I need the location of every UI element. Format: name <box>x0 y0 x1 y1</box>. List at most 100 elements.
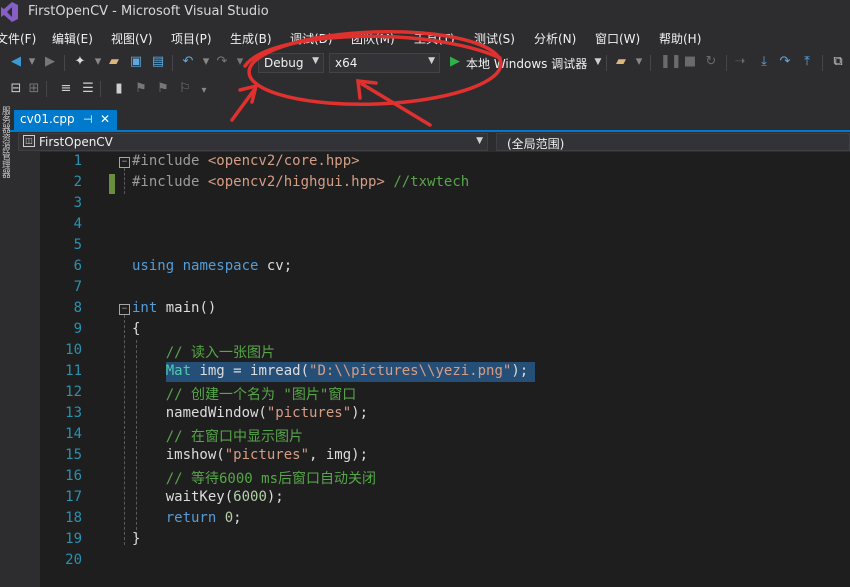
toolbar-separator <box>606 55 607 71</box>
menu-tools[interactable]: 工具(T) <box>414 30 455 47</box>
solution-platform-select[interactable]: x64 ▼ <box>329 53 440 73</box>
line-number: 13 <box>65 405 82 421</box>
next-bookmark-icon[interactable]: ⚑ <box>155 81 171 97</box>
chevron-down-icon: ▼ <box>476 136 483 146</box>
line-number: 18 <box>65 510 82 526</box>
project-select-value: FirstOpenCV <box>39 135 113 149</box>
code-line: imshow("pictures", img); <box>132 447 369 463</box>
dropdown-icon[interactable]: ▼ <box>590 54 606 70</box>
menu-help[interactable]: 帮助(H) <box>659 30 701 47</box>
dropdown-icon[interactable]: ▾ <box>90 54 106 70</box>
menu-team[interactable]: 团队(M) <box>351 30 395 47</box>
show-next-statement-icon[interactable]: ➝ <box>732 54 748 70</box>
visual-studio-logo-icon <box>1 2 18 22</box>
menu-bar: 文件(F) 编辑(E) 视图(V) 项目(P) 生成(B) 调试(D) 团队(M… <box>0 26 850 48</box>
prev-bookmark-icon[interactable]: ⚑ <box>133 81 149 97</box>
navigate-icon[interactable]: ⊟ <box>8 81 24 97</box>
window-title: FirstOpenCV - Microsoft Visual Studio <box>28 4 269 19</box>
dropdown-icon[interactable]: ▾ <box>232 54 248 70</box>
debug-target-icon[interactable]: ▰ <box>613 54 629 70</box>
pin-icon[interactable]: ⊣ <box>83 113 93 126</box>
code-line: namedWindow("pictures"); <box>132 405 369 421</box>
menu-build[interactable]: 生成(B) <box>230 30 272 47</box>
toolbar-separator <box>726 55 727 71</box>
menu-edit[interactable]: 编辑(E) <box>52 30 93 47</box>
toolbar-separator <box>822 55 823 71</box>
line-number: 20 <box>65 552 82 568</box>
project-icon: ◫ <box>23 135 35 147</box>
change-tracking-bar <box>109 174 115 194</box>
dropdown-icon[interactable]: ▾ <box>24 54 40 70</box>
close-icon[interactable]: ✕ <box>100 112 110 126</box>
line-number: 11 <box>65 363 82 379</box>
save-icon[interactable]: ▣ <box>128 54 144 70</box>
line-number: 4 <box>73 216 82 232</box>
line-number: 19 <box>65 531 82 547</box>
server-explorer-label[interactable]: 服务器资源管理器 <box>0 106 10 178</box>
bookmark-icon[interactable]: ▮ <box>111 81 127 97</box>
stop-icon[interactable]: ■ <box>682 54 698 70</box>
code-line: } <box>132 531 141 547</box>
line-number: 3 <box>73 195 82 211</box>
members-icon[interactable]: ⊞ <box>26 81 42 97</box>
toolbar-separator <box>64 55 65 71</box>
toolbar-separator <box>46 81 47 97</box>
line-number: 12 <box>65 384 82 400</box>
tab-label: cv01.cpp <box>20 112 75 126</box>
dropdown-icon[interactable]: ▾ <box>198 54 214 70</box>
clear-bookmarks-icon[interactable]: ⚐ <box>177 81 193 97</box>
toolbar-separator <box>172 55 173 71</box>
code-line: waitKey(6000); <box>132 489 284 505</box>
comment-lines-icon[interactable]: ☰ <box>80 81 96 97</box>
tab-cv01-cpp[interactable]: cv01.cpp ⊣ ✕ <box>14 110 117 130</box>
solution-configuration-select[interactable]: Debug ▼ <box>258 53 324 73</box>
open-folder-icon[interactable]: ▰ <box>106 54 122 70</box>
line-number: 5 <box>73 237 82 253</box>
toolbar-options-icon[interactable]: ▾ <box>196 83 212 99</box>
standard-toolbar: ◀ ▾ ▶ ✦ ▾ ▰ ▣ ▤ ↶ ▾ ↷ ▾ Debug ▼ x64 ▼ ▶ … <box>0 50 850 76</box>
line-number: 7 <box>73 279 82 295</box>
chevron-down-icon: ▼ <box>312 56 319 66</box>
format-lines-icon[interactable]: ≡ <box>58 81 74 97</box>
line-number: 14 <box>65 426 82 442</box>
new-project-icon[interactable]: ✦ <box>72 54 88 70</box>
collapse-icon[interactable]: − <box>119 304 130 315</box>
code-line: // 在窗口中显示图片 <box>132 429 304 445</box>
menu-view[interactable]: 视图(V) <box>111 30 153 47</box>
project-select[interactable]: ◫ FirstOpenCV ▼ <box>18 133 488 151</box>
step-into-icon[interactable]: ⤓ <box>756 54 772 70</box>
redo-icon[interactable]: ↷ <box>214 54 230 70</box>
scope-select[interactable]: (全局范围) <box>496 133 850 151</box>
dropdown-icon[interactable]: ▾ <box>631 54 647 70</box>
step-over-icon[interactable]: ↷ <box>777 54 793 70</box>
menu-test[interactable]: 测试(S) <box>474 30 515 47</box>
back-icon[interactable]: ◀ <box>8 54 24 70</box>
menu-project[interactable]: 项目(P) <box>171 30 212 47</box>
code-line: #include <opencv2/highgui.hpp> //txwtech <box>132 174 470 190</box>
title-bar: FirstOpenCV - Microsoft Visual Studio <box>0 0 850 26</box>
hex-display-icon[interactable]: ⧉ <box>830 54 846 70</box>
menu-debug[interactable]: 调试(D) <box>290 30 333 47</box>
pause-icon[interactable]: ❚❚ <box>660 54 682 70</box>
text-editor-toolbar: ⊟ ⊞ ≡ ☰ ▮ ⚑ ⚑ ⚐ ▾ <box>0 77 850 101</box>
line-number: 15 <box>65 447 82 463</box>
menu-window[interactable]: 窗口(W) <box>595 30 640 47</box>
undo-icon[interactable]: ↶ <box>180 54 196 70</box>
line-number: 17 <box>65 489 82 505</box>
menu-analyze[interactable]: 分析(N) <box>534 30 576 47</box>
navigation-bar: ◫ FirstOpenCV ▼ (全局范围) <box>10 132 850 152</box>
line-number: 10 <box>65 342 82 358</box>
line-number: 16 <box>65 468 82 484</box>
code-line: // 等待6000 ms后窗口自动关闭 <box>132 471 377 487</box>
collapse-icon[interactable]: − <box>119 157 130 168</box>
step-out-icon[interactable]: ⤒ <box>799 54 815 70</box>
code-line: #include <opencv2/core.hpp> <box>132 153 360 169</box>
menu-file[interactable]: 文件(F) <box>0 30 36 47</box>
document-tab-strip <box>10 101 850 130</box>
run-debugger-button[interactable]: 本地 Windows 调试器 <box>466 55 587 72</box>
forward-icon[interactable]: ▶ <box>42 54 58 70</box>
save-all-icon[interactable]: ▤ <box>150 54 166 70</box>
line-number: 8 <box>73 300 82 316</box>
start-debug-icon[interactable]: ▶ <box>447 54 463 70</box>
restart-icon[interactable]: ↻ <box>703 54 719 70</box>
